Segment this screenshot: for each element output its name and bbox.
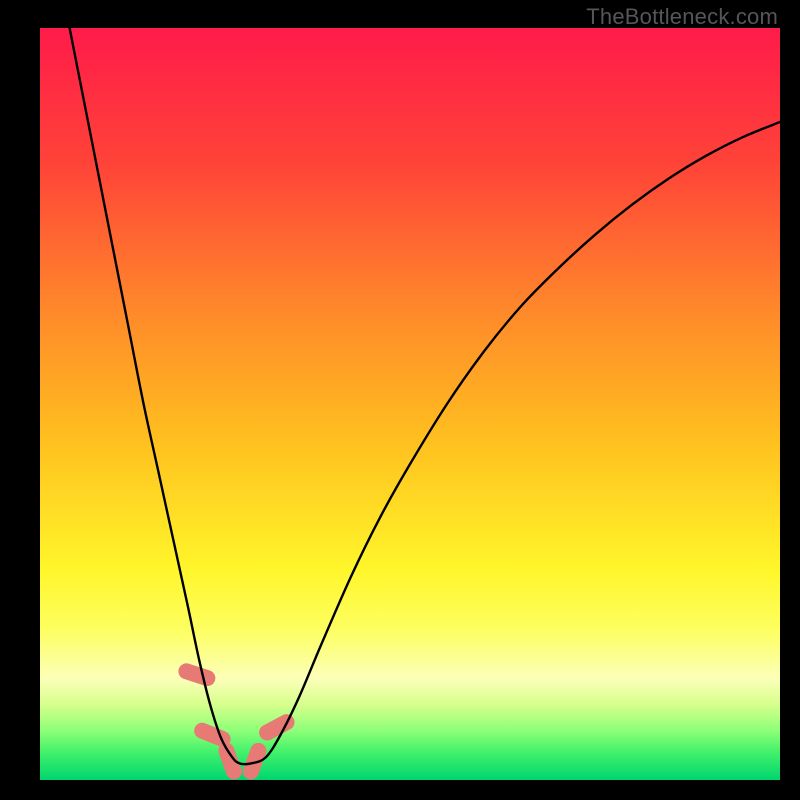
chart-frame: TheBottleneck.com [0, 0, 800, 800]
watermark-text: TheBottleneck.com [586, 4, 778, 30]
gradient-background [40, 28, 780, 780]
chart-svg [40, 28, 780, 780]
plot-area [40, 28, 780, 780]
